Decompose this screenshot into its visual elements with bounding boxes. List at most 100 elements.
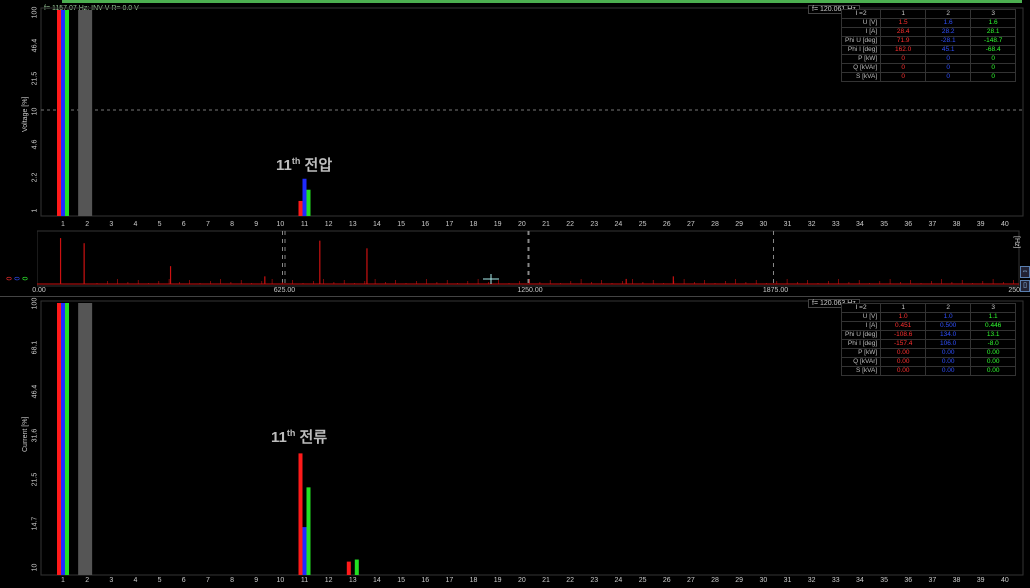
x-tick-label: 24 <box>614 577 623 584</box>
table-row: U [V] 1.5 1.6 1.6 <box>840 18 1017 28</box>
x-tick-label: 7 <box>205 221 210 228</box>
table-cell: 0.00 <box>925 366 972 376</box>
x-tick-label: 15 <box>397 577 405 584</box>
table-row: P [kW] 0.00 0.00 0.00 <box>840 348 1017 358</box>
table-cell: 1.6 <box>970 18 1017 28</box>
y-tick-label: 46.4 <box>31 384 39 399</box>
spectrum-y-tick: 0 <box>6 276 14 281</box>
bar-h13-phase3 <box>354 559 359 575</box>
x-tick-label: 25 <box>638 577 647 584</box>
spectrum-x-tick: 0.00 <box>32 287 46 294</box>
x-tick-label: 38 <box>952 221 961 228</box>
y-tick-label: 100 <box>31 297 39 310</box>
table-cell: 0.00 <box>880 357 927 367</box>
voltage-ylabel: Voltage [%] <box>22 96 29 132</box>
x-tick-label: 14 <box>373 577 381 584</box>
table-cell: 28.1 <box>970 27 1017 37</box>
x-tick-label: 30 <box>759 221 768 228</box>
y-tick-label: 2.2 <box>31 172 39 183</box>
y-tick-label: 68.1 <box>31 340 39 355</box>
bar-h1-phase3 <box>65 10 69 216</box>
table-row: S [kVA] 0.00 0.00 0.00 <box>840 366 1017 376</box>
x-tick-label: 2 <box>85 221 90 228</box>
x-tick-label: 32 <box>807 577 816 584</box>
x-tick-label: 33 <box>831 221 840 228</box>
x-tick-label: 21 <box>542 577 550 584</box>
voltage-values-table: I =2 1 2 3 U [V] 1.5 1.6 1.6 I [A] 28.4 28.2 28.1 Ph… <box>840 9 1017 82</box>
table-row-label: P [kW] <box>840 348 882 358</box>
table-header-cell: 3 <box>970 303 1017 313</box>
table-header-cell: I =2 <box>840 9 882 19</box>
x-tick-label: 12 <box>324 221 333 228</box>
scroll-button[interactable]: ▯ <box>1020 280 1030 292</box>
x-tick-label: 25 <box>638 221 647 228</box>
table-cell: 0 <box>925 54 972 64</box>
table-header-cell: I =2 <box>840 303 882 313</box>
x-tick-label: 39 <box>976 221 985 228</box>
table-row-label: Phi U [deg] <box>840 36 882 46</box>
x-tick-label: 32 <box>807 221 816 228</box>
x-tick-label: 12 <box>324 577 333 584</box>
x-tick-label: 29 <box>735 577 744 584</box>
zoom-button[interactable]: ⇔ <box>1020 266 1030 278</box>
table-row: S [kVA] 0 0 0 <box>840 72 1017 82</box>
table-header-cell: 1 <box>880 303 927 313</box>
y-tick-label: 10 <box>31 563 39 572</box>
table-row-label: Q [kVAr] <box>840 63 882 73</box>
x-tick-label: 3 <box>109 577 114 584</box>
x-tick-label: 11 <box>300 221 309 228</box>
voltage-annotation: 11th 전압 <box>276 156 333 174</box>
x-tick-label: 19 <box>493 577 502 584</box>
bar-h1-phase1 <box>57 303 61 575</box>
table-cell: -148.7 <box>970 36 1017 46</box>
x-tick-label: 20 <box>517 577 526 584</box>
y-tick-label: 31.6 <box>31 428 39 443</box>
x-tick-label: 10 <box>276 221 285 228</box>
table-row-label: Phi U [deg] <box>840 330 882 340</box>
x-tick-label: 27 <box>686 221 695 228</box>
x-tick-label: 28 <box>711 577 719 584</box>
table-row: Phi U [deg] -108.6 134.0 13.1 <box>840 330 1017 340</box>
bar-h11-phase3 <box>306 487 311 575</box>
table-row-label: U [V] <box>840 312 882 322</box>
harmonic-2-marker <box>78 303 93 575</box>
spectrum-panel: 000 0.00625.001250.001875.002500.00 [Hz]… <box>0 230 1030 295</box>
x-tick-label: 18 <box>469 221 478 228</box>
x-tick-label: 20 <box>517 221 526 228</box>
x-tick-label: 5 <box>157 577 162 584</box>
table-cell: 134.0 <box>925 330 972 340</box>
table-header-cell: 2 <box>925 303 972 313</box>
x-tick-label: 28 <box>711 221 719 228</box>
x-tick-label: 9 <box>254 577 259 584</box>
table-cell: 1.1 <box>970 312 1017 322</box>
table-row: I [A] 0.451 0.500 0.446 <box>840 321 1017 331</box>
bar-h11-phase2 <box>302 527 307 575</box>
table-header-cell: 3 <box>970 9 1017 19</box>
x-tick-label: 4 <box>133 577 138 584</box>
x-tick-label: 16 <box>421 577 430 584</box>
table-row: Q [kVAr] 0 0 0 <box>840 63 1017 73</box>
table-row-label: I [A] <box>840 27 882 37</box>
x-tick-label: 33 <box>831 577 840 584</box>
table-cell: 0.00 <box>925 357 972 367</box>
x-tick-label: 37 <box>928 577 937 584</box>
x-tick-label: 39 <box>976 577 985 584</box>
table-cell: 0.00 <box>880 348 927 358</box>
top-progress-line <box>62 0 1022 3</box>
table-cell: -68.4 <box>970 45 1017 55</box>
bar-h11-phase2 <box>302 178 307 216</box>
table-cell: -8.0 <box>970 339 1017 349</box>
x-tick-label: 13 <box>348 221 357 228</box>
bar-h11-phase1 <box>298 453 303 575</box>
y-tick-label: 100 <box>31 6 39 19</box>
spectrum-chart[interactable] <box>37 230 1020 290</box>
x-tick-label: 34 <box>856 221 864 228</box>
x-tick-label: 16 <box>421 221 430 228</box>
table-cell: 0.00 <box>970 357 1017 367</box>
table-cell: 0.00 <box>925 348 972 358</box>
current-annotation: 11th 전류 <box>271 428 328 446</box>
x-tick-label: 6 <box>181 577 186 584</box>
x-tick-label: 23 <box>590 221 599 228</box>
table-row-label: Phi I [deg] <box>840 45 882 55</box>
y-tick-label: 14.7 <box>31 516 39 531</box>
